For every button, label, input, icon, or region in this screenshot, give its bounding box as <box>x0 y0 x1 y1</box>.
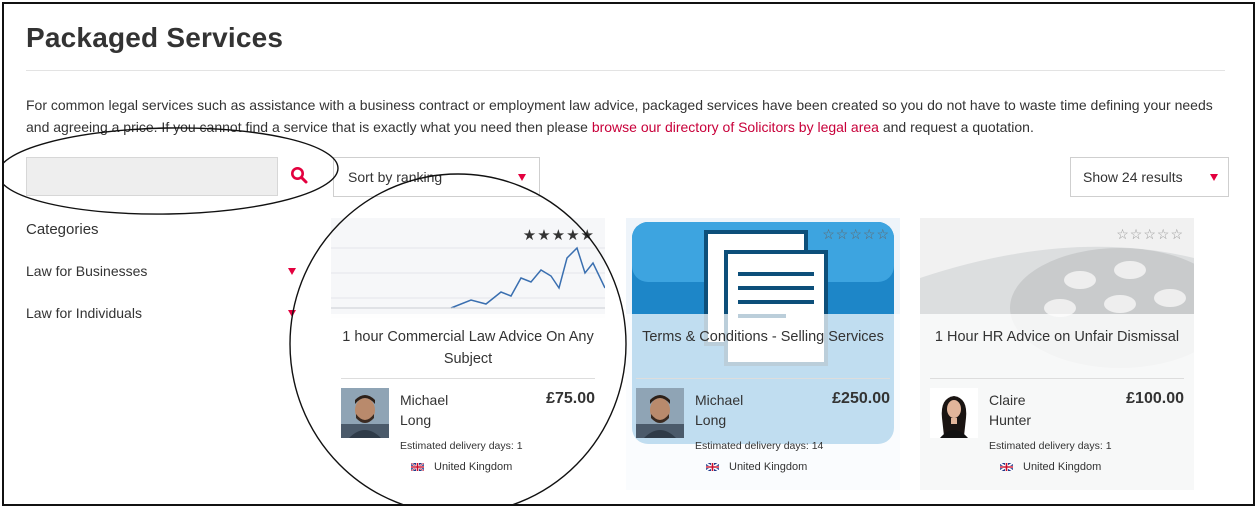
chevron-down-icon[interactable] <box>288 310 296 317</box>
categories-heading: Categories <box>26 221 99 238</box>
provider-name[interactable]: Claire Hunter <box>989 390 1079 430</box>
delivery-estimate: Estimated delivery days: 1 <box>989 440 1112 452</box>
card-divider <box>930 378 1184 379</box>
provider-name[interactable]: Michael Long <box>695 390 785 430</box>
sort-select[interactable]: Sort by ranking <box>333 157 540 197</box>
page-frame: Packaged Services For common legal servi… <box>2 2 1255 506</box>
category-law-for-individuals[interactable]: Law for Individuals <box>26 305 142 321</box>
search-button[interactable] <box>288 164 312 188</box>
chevron-down-icon[interactable] <box>288 268 296 275</box>
uk-flag-icon <box>411 463 424 472</box>
provider-last-name: Hunter <box>989 412 1032 428</box>
category-law-for-businesses[interactable]: Law for Businesses <box>26 263 147 279</box>
card-divider <box>636 378 890 379</box>
service-card[interactable]: ★★★★★ 1 hour Commercial Law Advice On An… <box>331 218 605 490</box>
search-input[interactable] <box>26 157 278 196</box>
browse-directory-link[interactable]: browse our directory of Solicitors by le… <box>592 119 879 135</box>
delivery-estimate: Estimated delivery days: 14 <box>695 440 824 452</box>
service-title[interactable]: 1 Hour HR Advice on Unfair Dismissal <box>930 326 1184 348</box>
provider-country: United Kingdom <box>411 461 512 473</box>
provider-first-name: Michael <box>400 392 449 408</box>
search-icon <box>291 167 308 184</box>
sort-select-label: Sort by ranking <box>348 169 443 185</box>
rating-stars: ☆☆☆☆☆ <box>1116 226 1184 242</box>
service-price: £100.00 <box>1126 390 1184 407</box>
delivery-estimate: Estimated delivery days: 1 <box>400 440 523 452</box>
uk-flag-icon <box>706 463 719 472</box>
provider-first-name: Michael <box>695 392 744 408</box>
country-label: United Kingdom <box>1023 461 1102 473</box>
provider-last-name: Long <box>695 412 727 428</box>
title-divider <box>26 70 1225 71</box>
provider-first-name: Claire <box>989 392 1026 408</box>
avatar <box>636 388 684 438</box>
service-card[interactable]: ☆☆☆☆☆ 1 Hour HR Advice on Unfair Dismiss… <box>920 218 1194 490</box>
country-label: United Kingdom <box>729 461 808 473</box>
chevron-down-icon <box>1210 174 1218 181</box>
uk-flag-icon <box>1000 463 1013 472</box>
chevron-down-icon <box>518 174 526 181</box>
card-divider <box>341 378 595 379</box>
service-title[interactable]: 1 hour Commercial Law Advice On Any Subj… <box>341 326 595 370</box>
rating-stars: ★★★★★ <box>522 227 595 244</box>
country-label: United Kingdom <box>434 461 513 473</box>
service-price: £250.00 <box>832 390 890 407</box>
avatar <box>930 388 978 438</box>
avatar <box>341 388 389 438</box>
intro-suffix: and request a quotation. <box>878 119 1034 135</box>
page-title: Packaged Services <box>26 22 284 53</box>
service-price: £75.00 <box>546 390 595 407</box>
provider-country: United Kingdom <box>706 461 807 473</box>
provider-country: United Kingdom <box>1000 461 1101 473</box>
results-per-page-select[interactable]: Show 24 results <box>1070 157 1229 197</box>
service-title[interactable]: Terms & Conditions - Selling Services <box>636 326 890 348</box>
service-card[interactable]: ☆☆☆☆☆ Terms & Conditions - Selling Servi… <box>626 218 900 490</box>
provider-last-name: Long <box>400 412 432 428</box>
results-per-page-label: Show 24 results <box>1083 169 1183 185</box>
rating-stars: ☆☆☆☆☆ <box>822 226 890 242</box>
intro-paragraph: For common legal services such as assist… <box>26 94 1226 138</box>
provider-name[interactable]: Michael Long <box>400 390 490 430</box>
